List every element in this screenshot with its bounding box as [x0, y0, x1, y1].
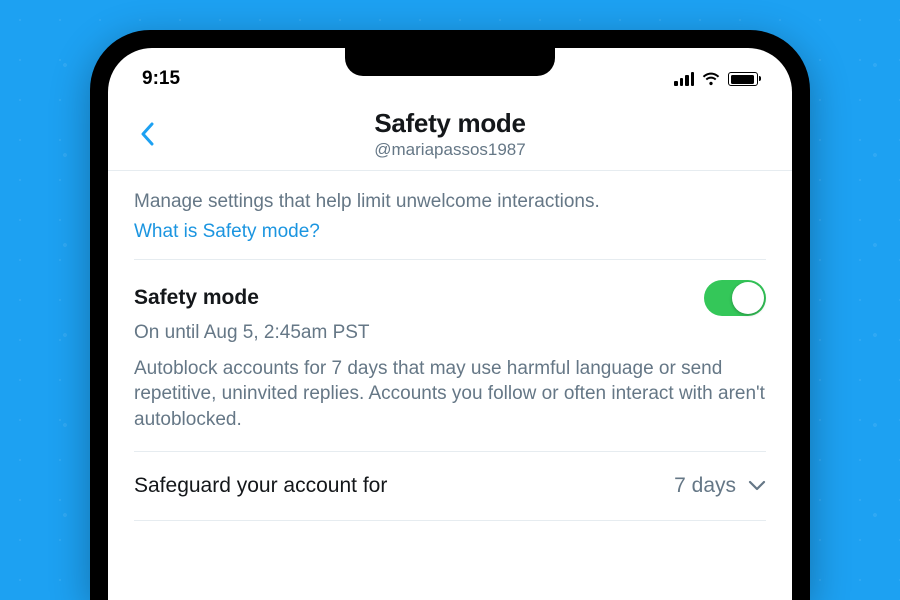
safety-mode-toggle[interactable] — [704, 280, 766, 316]
safety-mode-setting: Safety mode On until Aug 5, 2:45am PST A… — [134, 260, 766, 452]
status-time: 9:15 — [142, 68, 180, 90]
account-handle: @mariapassos1987 — [128, 140, 772, 160]
chevron-left-icon — [140, 122, 154, 146]
safety-mode-status: On until Aug 5, 2:45am PST — [134, 322, 766, 344]
intro-section: Manage settings that help limit unwelcom… — [134, 171, 766, 260]
intro-description: Manage settings that help limit unwelcom… — [134, 189, 766, 215]
wifi-icon — [701, 72, 721, 86]
safeguard-value: 7 days — [674, 474, 736, 498]
header-title-wrap: Safety mode @mariapassos1987 — [128, 108, 772, 160]
phone-frame: 9:15 Safety mode @mariapassos1987 — [90, 30, 810, 600]
cellular-icon — [674, 72, 694, 86]
toggle-knob — [732, 282, 764, 314]
safety-mode-header: Safety mode — [134, 280, 766, 316]
safety-mode-label: Safety mode — [134, 286, 259, 310]
content-area: Manage settings that help limit unwelcom… — [108, 171, 792, 521]
safeguard-label: Safeguard your account for — [134, 474, 387, 498]
page-title: Safety mode — [128, 108, 772, 139]
nav-header: Safety mode @mariapassos1987 — [108, 96, 792, 171]
safeguard-duration-row[interactable]: Safeguard your account for 7 days — [134, 452, 766, 521]
safety-mode-description: Autoblock accounts for 7 days that may u… — [134, 356, 766, 433]
status-indicators — [674, 72, 758, 86]
battery-icon — [728, 72, 758, 86]
safeguard-value-wrap: 7 days — [674, 474, 766, 498]
chevron-down-icon — [748, 480, 766, 491]
back-button[interactable] — [132, 119, 162, 149]
phone-screen: 9:15 Safety mode @mariapassos1987 — [108, 48, 792, 600]
phone-notch — [345, 48, 555, 76]
what-is-safety-mode-link[interactable]: What is Safety mode? — [134, 221, 766, 243]
